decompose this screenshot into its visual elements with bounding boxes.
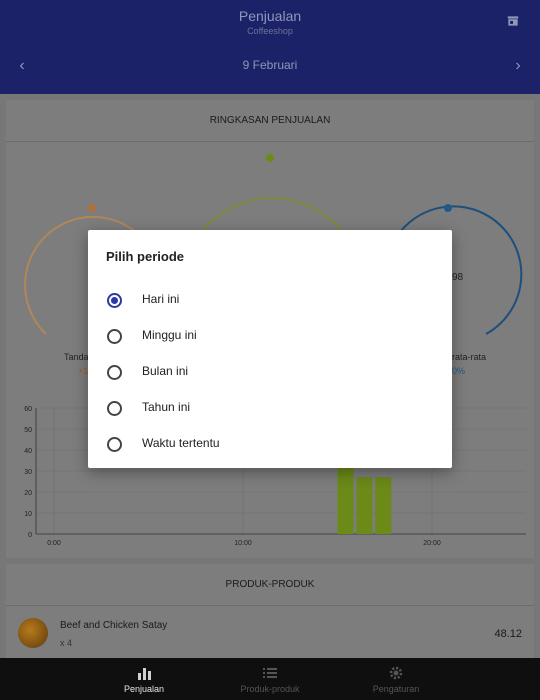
product-price: 48.12 <box>494 628 522 640</box>
bar <box>356 477 373 534</box>
right-gauge-change: 0% <box>452 366 466 376</box>
right-gauge-dot <box>444 204 452 212</box>
option-label: Bulan ini <box>142 364 189 378</box>
radio-button[interactable] <box>107 437 122 452</box>
nav-label-pengaturan: Pengaturan <box>372 684 420 694</box>
left-gauge-dot <box>88 204 96 212</box>
y-tick-label: 50 <box>24 427 32 434</box>
right-gauge-label: rata-rata <box>452 352 487 362</box>
option-label: Minggu ini <box>142 328 197 342</box>
dialog-title: Pilih periode <box>106 249 185 264</box>
left-gauge-change: +1 <box>78 366 89 376</box>
left-gauge-label: Tanda <box>64 352 89 362</box>
y-tick-label: 40 <box>24 448 32 455</box>
option-waktu-tertentu[interactable]: Waktu tertentu <box>88 426 452 462</box>
bar <box>375 477 392 534</box>
product-image <box>18 618 48 648</box>
radio-button[interactable] <box>107 401 122 416</box>
radio-button[interactable] <box>107 365 122 380</box>
y-tick-label: 20 <box>24 490 32 497</box>
date-navigator: ‹ 9 Februari › <box>0 56 540 76</box>
y-tick-label: 0 <box>28 532 32 539</box>
summary-title: RINGKASAN PENJUALAN <box>6 100 534 142</box>
x-tick-label: 20:00 <box>423 540 441 547</box>
app-header: Penjualan Coffeeshop ‹ 9 Februari › <box>0 0 540 94</box>
x-tick-label: 0:00 <box>47 540 61 547</box>
option-minggu-ini[interactable]: Minggu ini <box>88 318 452 354</box>
y-tick-label: 10 <box>24 511 32 518</box>
radio-button[interactable] <box>107 293 122 308</box>
page-title: Penjualan <box>238 8 302 24</box>
bar <box>337 460 354 534</box>
current-date[interactable]: 9 Februari <box>0 58 540 72</box>
bottom-navigation: Penjualan Produk-produk Pengaturan <box>0 658 540 700</box>
product-row[interactable]: Beef and Chicken Satay x 4 48.12 <box>6 606 534 658</box>
center-gauge-dot <box>266 154 274 162</box>
chevron-right-icon[interactable]: › <box>508 56 528 76</box>
y-tick-label: 60 <box>24 406 32 413</box>
right-gauge-value: 98 <box>452 272 464 283</box>
list-icon <box>263 668 277 678</box>
shop-name: Coffeeshop <box>247 26 293 36</box>
radio-button[interactable] <box>107 329 122 344</box>
option-hari-ini[interactable]: Hari ini <box>88 282 452 318</box>
store-icon[interactable] <box>506 14 520 28</box>
option-bulan-ini[interactable]: Bulan ini <box>88 354 452 390</box>
gear-icon <box>389 666 403 680</box>
bar-chart-icon <box>138 668 151 680</box>
products-title: PRODUK-PRODUK <box>6 564 534 606</box>
product-name: Beef and Chicken Satay <box>60 620 168 631</box>
y-tick-label: 30 <box>24 469 32 476</box>
product-quantity: x 4 <box>60 638 73 648</box>
period-picker-dialog: Pilih periode Hari ini Minggu ini Bulan … <box>88 230 452 468</box>
option-label: Waktu tertentu <box>142 436 220 450</box>
option-label: Tahun ini <box>142 400 191 414</box>
nav-tab-pengaturan[interactable]: Pengaturan <box>306 658 486 700</box>
option-label: Hari ini <box>142 292 180 306</box>
products-card: PRODUK-PRODUK Beef and Chicken Satay x 4… <box>6 564 534 658</box>
x-tick-label: 10:00 <box>234 540 252 547</box>
option-tahun-ini[interactable]: Tahun ini <box>88 390 452 426</box>
